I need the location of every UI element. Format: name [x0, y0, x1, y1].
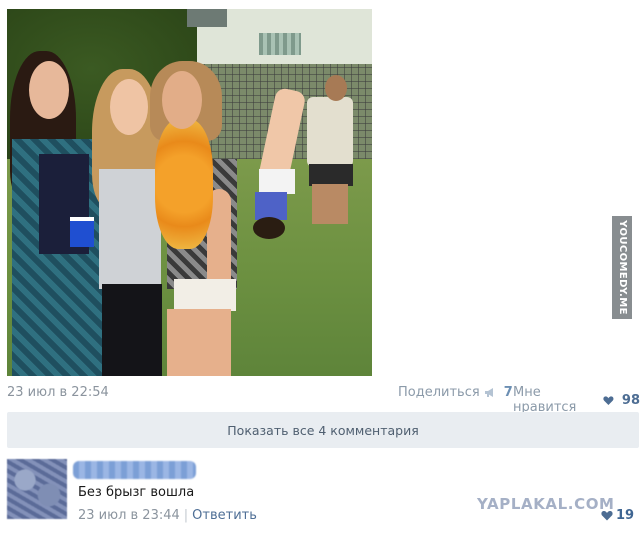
photo-handstand-top [255, 192, 287, 220]
comment-author-blurred[interactable] [73, 461, 196, 479]
comment-like-count: 19 [616, 508, 635, 523]
side-watermark-text: YOUCOMEDY.ME [616, 220, 628, 315]
photo-man-shirt [307, 97, 353, 167]
share-count: 7 [503, 385, 513, 400]
photo-flower-lei [155, 119, 213, 249]
comment-text: Без брызг вошла [78, 485, 195, 500]
like-label: Мне нравится [513, 385, 577, 415]
comment-meta-separator: | [183, 508, 189, 523]
photo-person2-top [99, 169, 161, 289]
photo-handstand-shorts [259, 169, 295, 194]
photo-man-head [325, 75, 347, 101]
photo-roof [187, 9, 227, 27]
like-count: 98 [621, 392, 640, 408]
show-all-comments-label: Показать все 4 комментария [227, 422, 419, 438]
photo-man-shorts [309, 164, 353, 186]
show-all-comments-button[interactable]: Показать все 4 комментария [7, 412, 639, 448]
photo-handstand-hair [253, 217, 285, 239]
share-button[interactable]: Поделиться 7 [398, 385, 513, 400]
like-button[interactable]: Мне нравится 98 [513, 385, 640, 415]
reply-link[interactable]: Ответить [192, 508, 257, 523]
comment-avatar[interactable] [7, 459, 67, 519]
heart-icon [603, 395, 614, 405]
heart-icon [601, 511, 613, 521]
post-date[interactable]: 23 июл в 22:54 [7, 385, 109, 400]
megaphone-icon [484, 388, 493, 397]
photo-man-legs [312, 184, 348, 224]
photo-cup [70, 217, 94, 247]
photo-person3-face [162, 71, 202, 129]
comment-date[interactable]: 23 июл в 23:44 [78, 508, 180, 523]
photo-awning [259, 33, 301, 55]
photo-person2-pants [102, 284, 162, 376]
post-photo[interactable] [7, 9, 372, 376]
photo-person3-shorts [174, 279, 236, 311]
comment-meta: 23 июл в 23:44 | Ответить [78, 508, 257, 523]
photo-person2-face [110, 79, 148, 135]
side-watermark: YOUCOMEDY.ME [612, 216, 632, 319]
photo-person3-legs [167, 309, 231, 376]
photo-person1-face [29, 61, 69, 119]
share-label: Поделиться [398, 385, 480, 400]
comment-like-button[interactable]: 19 [601, 508, 634, 523]
brand-watermark: YAPLAKAL.COM [477, 495, 615, 513]
